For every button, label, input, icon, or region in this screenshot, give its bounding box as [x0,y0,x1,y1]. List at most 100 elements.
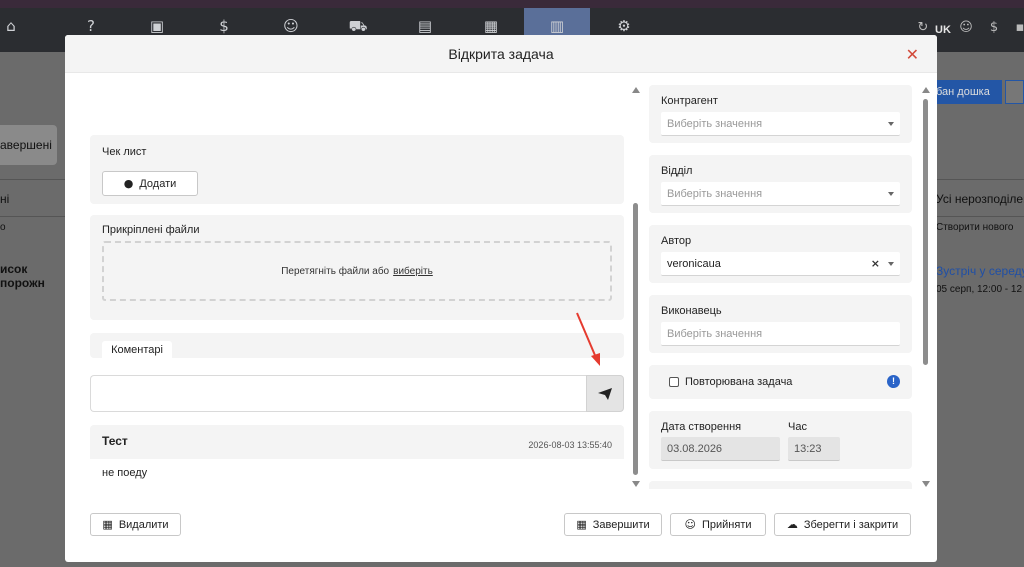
complete-button[interactable]: ▦ Завершити [564,513,662,536]
add-checklist-item-button[interactable]: ● Додати [102,171,198,196]
status-filter-chip[interactable]: авершені [0,125,57,165]
checklist-panel: Чек лист ● Додати [90,135,624,204]
calendar-icon[interactable]: ▥ [546,16,568,36]
extra-menu-icon[interactable]: ▪ [1012,20,1024,36]
divider [0,179,66,180]
modal-footer: ▦ Видалити ▦ Завершити ☺ Прийняти ☁ Збер… [65,505,937,562]
accept-button-label: Прийняти [701,518,752,531]
right-scrollbar[interactable] [921,87,931,487]
help-chat-icon[interactable]: ? [80,16,102,36]
task-fields-column: Контрагент Виберіть значення Відділ Вибе… [649,73,937,489]
close-icon[interactable]: ✕ [906,45,919,64]
currency-icon[interactable]: $ [986,20,1002,36]
user-check-icon: ☺ [684,518,696,531]
counterparty-field: Контрагент Виберіть значення [649,85,912,143]
plus-circle-icon: ● [123,177,134,190]
modal-title: Відкрита задача [448,46,554,62]
transport-icon[interactable]: ▤ [414,16,436,36]
save-and-close-button[interactable]: ☁ Зберегти і закрити [774,513,911,536]
counterparty-placeholder: Виберіть значення [667,118,763,130]
bg-empty-list-text: исок порожн [0,262,45,290]
info-icon[interactable]: ! [887,375,900,388]
created-date-field: Дата створення 03.08.2026 Час 13:23 [649,411,912,469]
scroll-thumb[interactable] [633,203,638,475]
choose-files-link[interactable]: виберіть [393,266,433,277]
chevron-down-icon [888,122,894,126]
calendar-check-icon: ▦ [576,518,587,531]
delete-button[interactable]: ▦ Видалити [90,513,181,536]
chevron-down-icon [888,192,894,196]
comment-date: 2026-08-03 13:55:40 [528,440,612,450]
money-bag-icon[interactable]: $ [213,16,235,36]
recurring-task-checkbox[interactable] [669,377,679,387]
attached-files-label: Прикріплені файли [102,224,200,236]
file-dropzone[interactable]: Перетягніть файли або виберіть [102,241,612,301]
scroll-up-arrow-icon[interactable] [632,87,640,93]
trash-calendar-icon: ▦ [102,518,113,531]
created-date-input[interactable]: 03.08.2026 [661,437,780,461]
delivery-truck-icon[interactable]: ⛟ [347,16,369,36]
counterparty-label: Контрагент [661,95,718,107]
scroll-down-arrow-icon[interactable] [632,481,640,487]
cloud-upload-icon: ☁ [786,518,798,531]
assignee-select[interactable]: Виберіть значення [661,322,900,346]
bg-create-new-text[interactable]: Створити нового [936,222,1014,233]
comment-author: Тест [102,434,128,448]
task-details-column: Чек лист ● Додати Прикріплені файли Пере… [65,73,645,489]
department-field: Відділ Виберіть значення [649,155,912,213]
list-view-button[interactable] [1005,80,1024,104]
time-label: Час [788,421,807,433]
save-close-button-label: Зберегти і закрити [803,518,899,531]
clear-icon[interactable]: × [871,257,880,270]
complete-button-label: Завершити [592,518,650,531]
assignee-placeholder: Виберіть значення [667,328,763,340]
calculator-icon[interactable]: ▦ [480,16,502,36]
scroll-down-arrow-icon[interactable] [922,481,930,487]
department-label: Відділ [661,165,693,177]
orders-icon[interactable]: ▣ [146,16,168,36]
users-icon[interactable]: ☺ [280,16,302,36]
author-field: Автор veronicaua × [649,225,912,283]
refresh-icon[interactable]: ↻ [915,20,931,36]
kanban-board-button[interactable]: бан дошка [930,80,1002,104]
author-label: Автор [661,235,692,247]
department-select[interactable]: Виберіть значення [661,182,900,206]
dropzone-text: Перетягніть файли або [281,265,390,277]
comment-item: Тест 2026-08-03 13:55:40 не поеду [90,425,624,489]
comment-input[interactable] [90,375,587,412]
settings-icon[interactable]: ⚙ [613,16,635,36]
counterparty-select[interactable]: Виберіть значення [661,112,900,136]
author-value: veronicaua [667,258,721,270]
scroll-up-arrow-icon[interactable] [922,87,930,93]
add-button-label: Додати [139,177,177,190]
created-date-label: Дата створення [661,421,742,433]
checklist-label: Чек лист [102,146,147,158]
menu-edge-icon[interactable]: ⌂ [0,16,22,36]
attached-files-panel: Прикріплені файли Перетягніть файли або … [90,215,624,320]
window-strip [0,0,1024,8]
bg-row-text: ні [0,192,10,206]
time-input[interactable]: 13:23 [788,437,840,461]
bg-event-time: 05 серп, 12:00 - 12 [936,284,1023,295]
tab-comments[interactable]: Коментарі [102,341,172,360]
language-switcher[interactable]: UK [935,24,951,36]
department-placeholder: Виберіть значення [667,188,763,200]
assignee-field: Виконавець Виберіть значення [649,295,912,353]
scroll-thumb[interactable] [923,99,928,365]
modal-header: Відкрита задача ✕ [65,35,937,73]
bg-row-text: о [0,222,6,233]
accept-button[interactable]: ☺ Прийняти [670,513,766,536]
left-scrollbar[interactable] [631,87,641,487]
divider [937,216,1024,217]
divider [0,216,66,217]
recurring-task-label: Повторювана задача [685,376,793,388]
task-modal: Відкрита задача ✕ Чек лист ● Додати Прик… [65,35,937,562]
delete-button-label: Видалити [118,518,169,531]
author-select[interactable]: veronicaua × [661,252,900,276]
bg-event-title[interactable]: Зустріч у середу [936,264,1024,278]
next-field-panel [649,481,912,489]
send-paper-plane-icon [598,387,612,400]
assignee-label: Виконавець [661,305,722,317]
send-comment-button[interactable] [586,375,624,412]
user-icon[interactable]: ☺ [958,20,974,36]
